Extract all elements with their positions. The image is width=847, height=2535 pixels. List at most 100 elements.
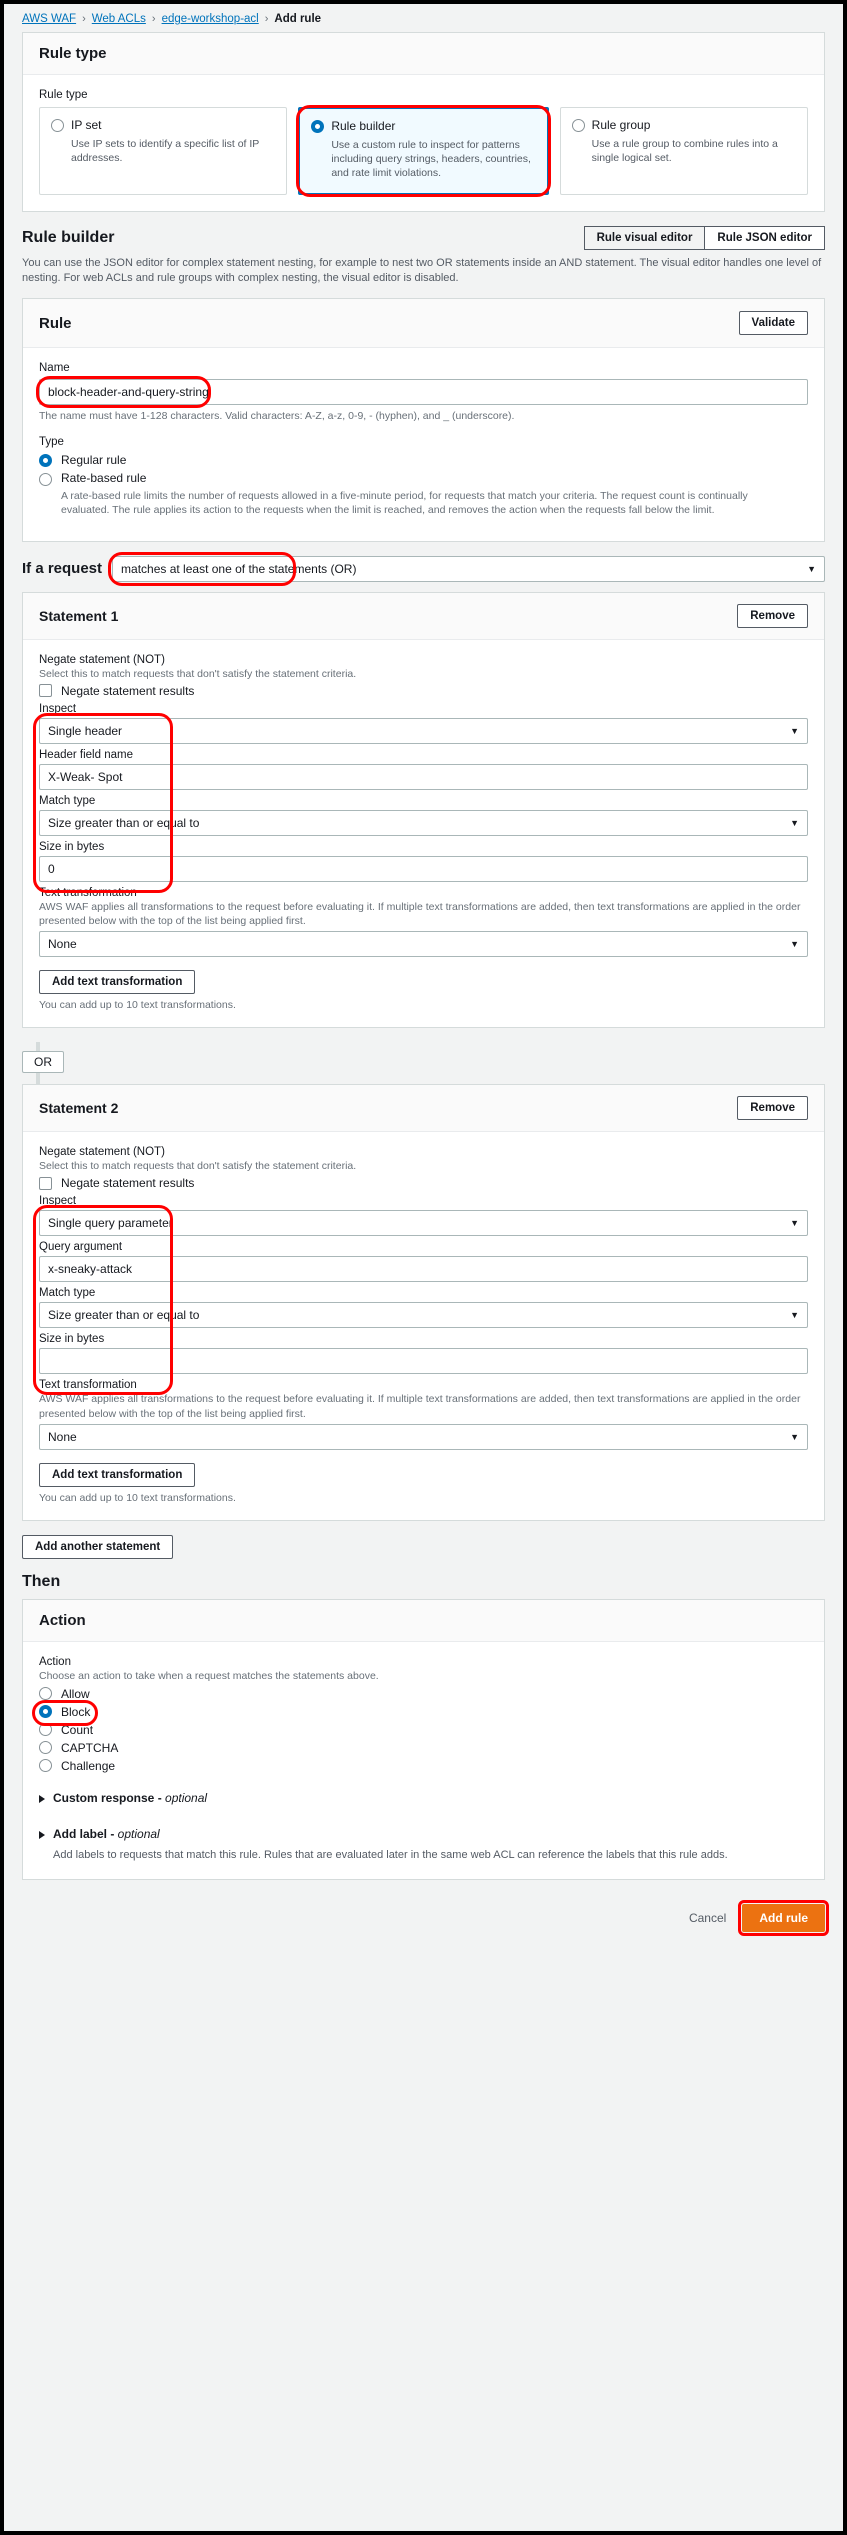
radio-icon-allow[interactable] (39, 1687, 52, 1701)
statement-2-remove-button[interactable]: Remove (737, 1096, 808, 1121)
statement-1-inspect-label: Inspect (39, 702, 77, 715)
tab-rule-visual-editor[interactable]: Rule visual editor (583, 225, 706, 250)
radio-row-count[interactable]: Count (39, 1723, 808, 1737)
if-a-request-select[interactable]: matches at least one of the statements (… (112, 555, 825, 582)
rule-type-card-rule-builder-top: Rule builder (311, 119, 535, 133)
breadcrumb-item-aws-waf[interactable]: AWS WAF (22, 13, 76, 25)
checkbox-icon-negate-statement-2[interactable] (39, 1176, 52, 1190)
statement-1-text-transformation-value: None (48, 937, 77, 952)
statement-2-add-transformation-note: You can add up to 10 text transformation… (39, 1491, 236, 1504)
rule-type-title: Rule type (39, 45, 107, 62)
radio-icon-captcha[interactable] (39, 1741, 52, 1755)
statement-2-add-text-transformation-button[interactable]: Add text transformation (39, 1462, 196, 1487)
rule-builder-title: Rule builder (22, 228, 115, 246)
chevron-down-icon: ▼ (807, 563, 816, 574)
rule-name-label: Name (39, 362, 70, 375)
statement-2-match-type-label: Match type (39, 1287, 96, 1300)
statement-1-negate-desc: Select this to match requests that don't… (39, 667, 357, 680)
statement-1-header-field-group: Header field name (39, 749, 808, 790)
statement-1-match-type-select[interactable]: Size greater than or equal to ▼ (39, 809, 808, 836)
statement-1-add-transformation-wrap: Add text transformation You can add up t… (39, 970, 808, 1011)
statement-2-negate-checkbox-label: Negate statement results (61, 1176, 195, 1191)
statement-1-text-transformation-select[interactable]: None ▼ (39, 931, 808, 958)
add-rule-button[interactable]: Add rule (742, 1904, 825, 1933)
statement-1-size-input[interactable] (39, 855, 808, 882)
radio-icon-ip-set[interactable] (51, 118, 64, 132)
statement-2-negate-label: Negate statement (NOT) (39, 1146, 165, 1159)
statement-2-inspect-label: Inspect (39, 1195, 77, 1208)
rule-type-card-rule-group[interactable]: Rule group Use a rule group to combine r… (559, 107, 808, 195)
custom-response-expandable[interactable]: Custom response - optional (39, 1791, 808, 1805)
radio-icon-block[interactable] (39, 1705, 52, 1719)
statement-1-inspect-select[interactable]: Single header ▼ (39, 717, 808, 744)
radio-row-rate-based-rule[interactable]: Rate-based rule A rate-based rule limits… (39, 471, 808, 520)
statement-2-query-argument-group: Query argument (39, 1241, 808, 1283)
statement-1-negate-checkbox-row[interactable]: Negate statement results (39, 684, 808, 698)
rule-type-card-ip-set-label: IP set (71, 118, 102, 132)
statement-2-inspect-select[interactable]: Single query parameter ▼ (39, 1210, 808, 1237)
action-title: Action (39, 1611, 86, 1629)
statement-1-body: Negate statement (NOT) Select this to ma… (23, 640, 824, 1028)
checkbox-icon-negate-statement-1[interactable] (39, 684, 52, 698)
radio-icon-count[interactable] (39, 1723, 52, 1737)
add-another-statement-button[interactable]: Add another statement (22, 1534, 174, 1559)
breadcrumb-separator-icon: › (82, 13, 86, 25)
breadcrumb-item-add-rule: Add rule (274, 13, 322, 25)
rule-type-body: Rule type IP set Use IP sets to identify… (23, 75, 824, 211)
statement-2-size-input[interactable] (39, 1348, 808, 1375)
rule-type-card-rule-group-desc: Use a rule group to combine rules into a… (591, 138, 778, 165)
radio-desc-rate-based-rule: A rate-based rule limits the number of r… (61, 490, 748, 517)
if-a-request-select-wrap: matches at least one of the statements (… (108, 551, 825, 586)
radio-label-allow: Allow (61, 1686, 90, 1701)
radio-label-block: Block (61, 1704, 91, 1719)
radio-icon-rule-builder[interactable] (311, 119, 325, 133)
statement-2-body: Negate statement (NOT) Select this to ma… (23, 1132, 824, 1520)
rule-name-input[interactable] (39, 379, 808, 406)
radio-icon-rate-based-rule[interactable] (39, 473, 52, 487)
validate-button[interactable]: Validate (738, 311, 808, 336)
add-another-statement-wrap: Add another statement (22, 1534, 825, 1559)
rule-type-card-rule-builder[interactable]: Rule builder Use a custom rule to inspec… (296, 105, 551, 197)
breadcrumb-item-web-acls[interactable]: Web ACLs (92, 13, 146, 25)
statement-1-match-type-value: Size greater than or equal to (48, 815, 200, 830)
add-label-expandable[interactable]: Add label - optional Add labels to reque… (39, 1827, 808, 1864)
chevron-right-icon (39, 1794, 45, 1803)
radio-row-allow[interactable]: Allow (39, 1687, 808, 1701)
rule-type-card-ip-set-top: IP set (51, 118, 275, 132)
radio-icon-rule-group[interactable] (571, 118, 585, 132)
statement-1-text-transformation-group: Text transformation AWS WAF applies all … (39, 887, 808, 958)
action-container: Action Action Choose an action to take w… (22, 1598, 825, 1881)
statement-1-text-transformation-desc: AWS WAF applies all transformations to t… (39, 900, 801, 927)
action-field-label: Action (39, 1655, 71, 1668)
add-label-title: Add label - optional (53, 1826, 160, 1841)
statement-2-query-argument-label: Query argument (39, 1241, 123, 1254)
statement-1-header-field-input[interactable] (39, 763, 808, 790)
statement-1-container: Statement 1 Remove Negate statement (NOT… (22, 591, 825, 1029)
radio-row-challenge[interactable]: Challenge (39, 1759, 808, 1773)
statement-2-negate-checkbox-row[interactable]: Negate statement results (39, 1176, 808, 1190)
rule-type-card-ip-set[interactable]: IP set Use IP sets to identify a specifi… (39, 107, 288, 195)
statement-2-match-type-select[interactable]: Size greater than or equal to ▼ (39, 1302, 808, 1329)
statement-1-add-text-transformation-button[interactable]: Add text transformation (39, 970, 196, 995)
radio-row-block[interactable]: Block (32, 1699, 808, 1726)
statement-2-text-transformation-value: None (48, 1429, 77, 1444)
chevron-down-icon: ▼ (790, 939, 799, 950)
radio-icon-challenge[interactable] (39, 1759, 52, 1773)
cancel-button[interactable]: Cancel (677, 1905, 738, 1931)
rule-builder-section-head: Rule builder Rule visual editor Rule JSO… (22, 225, 825, 250)
add-rule-page: AWS WAF › Web ACLs › edge-workshop-acl ›… (0, 0, 847, 2535)
chevron-right-icon (39, 1830, 45, 1839)
tab-rule-json-editor[interactable]: Rule JSON editor (705, 225, 825, 250)
rule-type-card-rule-group-top: Rule group (571, 118, 796, 132)
statement-1-title: Statement 1 (39, 607, 119, 624)
breadcrumb-item-edge-workshop-acl[interactable]: edge-workshop-acl (162, 13, 259, 25)
statement-2-text-transformation-select[interactable]: None ▼ (39, 1423, 808, 1450)
statement-1-header: Statement 1 Remove (23, 592, 824, 640)
radio-row-captcha[interactable]: CAPTCHA (39, 1741, 808, 1755)
action-header: Action (23, 1599, 824, 1642)
statement-2-query-argument-input[interactable] (39, 1256, 808, 1283)
radio-icon-regular-rule[interactable] (39, 453, 52, 467)
radio-row-regular-rule[interactable]: Regular rule (39, 453, 808, 467)
statement-1-remove-button[interactable]: Remove (737, 603, 808, 628)
statement-1-match-type-label: Match type (39, 794, 96, 807)
